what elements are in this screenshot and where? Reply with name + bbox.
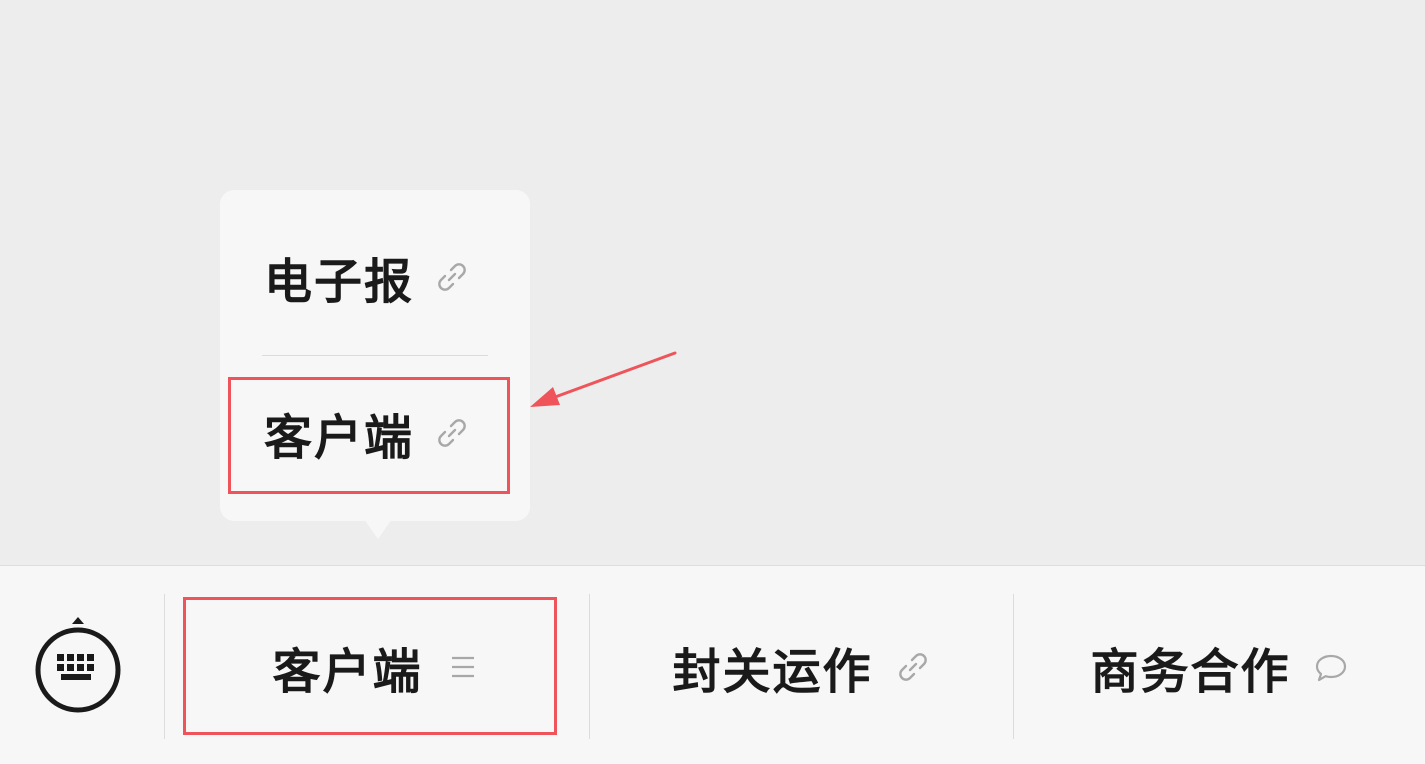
menu-item-label: 商务合作 <box>1090 643 1291 700</box>
chat-bubble-icon <box>1315 654 1346 681</box>
menu-item-label: 封关运作 <box>672 643 873 700</box>
submenu-popup: 电子报 客户端 <box>220 190 530 521</box>
keyboard-toggle-button[interactable] <box>30 616 125 716</box>
submenu-item-label: 电子报 <box>264 254 415 310</box>
link-icon <box>898 652 927 681</box>
menu-item-customs-operation[interactable]: 封关运作 <box>590 594 1013 739</box>
menu-item-business-cooperation[interactable]: 商务合作 <box>1014 594 1425 739</box>
menu-item-label: 客户端 <box>272 643 423 700</box>
menu-lines-icon <box>451 656 474 677</box>
bottom-menu-bar: 客户端 封关运作 商务合作 <box>0 565 1425 764</box>
submenu-item-e-newspaper[interactable]: 电子报 <box>220 202 530 352</box>
chat-area <box>0 0 1425 565</box>
menu-item-client[interactable]: 客户端 <box>165 594 588 739</box>
keyboard-icon <box>35 617 121 713</box>
wechat-official-account-screen: 电子报 客户端 客户端 封关运作 商务合作 <box>0 0 1425 764</box>
submenu-divider <box>262 355 488 356</box>
link-icon <box>438 263 466 291</box>
link-icon <box>438 419 466 447</box>
popup-pointer <box>364 519 392 539</box>
submenu-item-label: 客户端 <box>264 410 415 466</box>
submenu-item-client[interactable]: 客户端 <box>220 358 530 508</box>
